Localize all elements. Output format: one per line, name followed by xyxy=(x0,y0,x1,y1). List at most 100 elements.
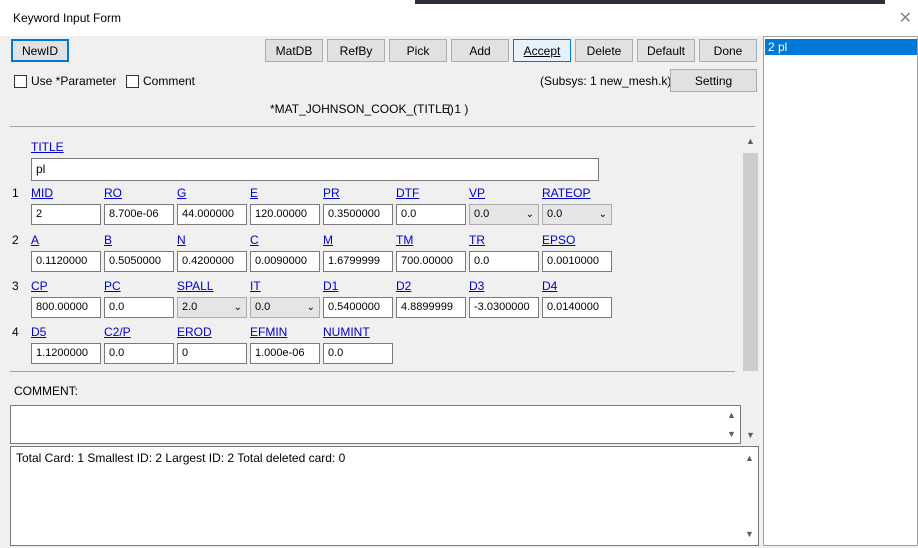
field-b-input[interactable]: 0.5050000 xyxy=(104,251,174,272)
scroll-down-icon[interactable]: ▼ xyxy=(741,529,758,539)
scrollbar-thumb[interactable] xyxy=(743,153,758,371)
scroll-up-icon[interactable]: ▲ xyxy=(742,136,759,146)
field-efmin-input[interactable]: 1.000e-06 xyxy=(250,343,320,364)
use-parameter-checkbox[interactable]: Use *Parameter xyxy=(14,74,116,88)
field-epso-input[interactable]: 0.0010000 xyxy=(542,251,612,272)
default-button[interactable]: Default xyxy=(637,39,695,62)
field-numint-input[interactable]: 0.0 xyxy=(323,343,393,364)
field-label-g[interactable]: G xyxy=(177,186,186,200)
field-label-mid[interactable]: MID xyxy=(31,186,53,200)
scroll-up-icon[interactable]: ▲ xyxy=(741,453,758,463)
close-icon[interactable]: ✕ xyxy=(899,8,912,28)
field-label-pr[interactable]: PR xyxy=(323,186,340,200)
field-label-epso[interactable]: EPSO xyxy=(542,233,575,247)
field-ro-input[interactable]: 8.700e-06 xyxy=(104,204,174,225)
delete-button[interactable]: Delete xyxy=(575,39,633,62)
chevron-down-icon[interactable]: ⌄ xyxy=(599,205,607,224)
field-label-d3[interactable]: D3 xyxy=(469,279,484,293)
field-label-spall[interactable]: SPALL xyxy=(177,279,213,293)
newid-button[interactable]: NewID xyxy=(11,39,69,62)
field-n-input[interactable]: 0.4200000 xyxy=(177,251,247,272)
field-mid-input[interactable]: 2 xyxy=(31,204,101,225)
field-label-numint[interactable]: NUMINT xyxy=(323,325,370,339)
field-value: 0.0 xyxy=(401,208,417,220)
field-tr-input[interactable]: 0.0 xyxy=(469,251,539,272)
field-label-efmin[interactable]: EFMIN xyxy=(250,325,287,339)
field-label-d4[interactable]: D4 xyxy=(542,279,557,293)
scroll-up-icon[interactable]: ▲ xyxy=(723,410,740,420)
field-c-input[interactable]: 0.0090000 xyxy=(250,251,320,272)
field-rateop-select[interactable]: 0.0 ⌄ xyxy=(542,204,612,225)
field-label-vp[interactable]: VP xyxy=(469,186,485,200)
pick-button[interactable]: Pick xyxy=(389,39,447,62)
field-value: 0.5050000 xyxy=(109,255,161,267)
field-label-it[interactable]: IT xyxy=(250,279,261,293)
field-label-e[interactable]: E xyxy=(250,186,258,200)
field-d3-input[interactable]: -3.0300000 xyxy=(469,297,539,318)
add-button[interactable]: Add xyxy=(451,39,509,62)
field-label-d2[interactable]: D2 xyxy=(396,279,411,293)
title-input[interactable]: pl xyxy=(31,158,599,181)
background-strip xyxy=(415,0,885,4)
field-value: 2.0 xyxy=(182,301,198,313)
comment-textarea[interactable]: ▲ ▼ xyxy=(10,405,741,444)
chevron-down-icon[interactable]: ⌄ xyxy=(526,205,534,224)
done-button[interactable]: Done xyxy=(699,39,757,62)
field-label-tr[interactable]: TR xyxy=(469,233,485,247)
keyword-list[interactable]: 2 pl xyxy=(763,36,918,546)
field-spall-select[interactable]: 2.0 ⌄ xyxy=(177,297,247,318)
field-d4-input[interactable]: 0.0140000 xyxy=(542,297,612,318)
field-value: 0.0 xyxy=(109,301,125,313)
list-item[interactable]: 2 pl xyxy=(765,39,917,55)
title-field-label[interactable]: TITLE xyxy=(31,140,64,154)
field-label-c[interactable]: C xyxy=(250,233,259,247)
field-erod-input[interactable]: 0 xyxy=(177,343,247,364)
chevron-down-icon[interactable]: ⌄ xyxy=(234,298,242,317)
field-pc-input[interactable]: 0.0 xyxy=(104,297,174,318)
field-label-m[interactable]: M xyxy=(323,233,333,247)
field-value: 0.0 xyxy=(255,301,271,313)
field-label-cp[interactable]: CP xyxy=(31,279,48,293)
field-label-erod[interactable]: EROD xyxy=(177,325,212,339)
field-a-input[interactable]: 0.1120000 xyxy=(31,251,101,272)
field-d2-input[interactable]: 4.8899999 xyxy=(396,297,466,318)
field-d5-input[interactable]: 1.1200000 xyxy=(31,343,101,364)
field-it-select[interactable]: 0.0 ⌄ xyxy=(250,297,320,318)
field-g-input[interactable]: 44.000000 xyxy=(177,204,247,225)
scroll-down-icon[interactable]: ▼ xyxy=(742,430,759,440)
field-label-tm[interactable]: TM xyxy=(396,233,413,247)
field-m-input[interactable]: 1.6799999 xyxy=(323,251,393,272)
field-label-pc[interactable]: PC xyxy=(104,279,121,293)
field-value: 120.00000 xyxy=(255,208,307,220)
matdb-button[interactable]: MatDB xyxy=(265,39,323,62)
field-dtf-input[interactable]: 0.0 xyxy=(396,204,466,225)
field-label-rateop[interactable]: RATEOP xyxy=(542,186,590,200)
field-value: 0.0 xyxy=(328,347,344,359)
field-label-c2p[interactable]: C2/P xyxy=(104,325,131,339)
field-vp-select[interactable]: 0.0 ⌄ xyxy=(469,204,539,225)
field-label-d5[interactable]: D5 xyxy=(31,325,46,339)
setting-button[interactable]: Setting xyxy=(670,69,757,92)
chevron-down-icon[interactable]: ⌄ xyxy=(307,298,315,317)
field-c2p-input[interactable]: 0.0 xyxy=(104,343,174,364)
field-d1-input[interactable]: 0.5400000 xyxy=(323,297,393,318)
field-label-n[interactable]: N xyxy=(177,233,186,247)
scroll-down-icon[interactable]: ▼ xyxy=(723,429,740,439)
separator xyxy=(10,126,755,127)
form-scrollbar[interactable]: ▲ ▼ xyxy=(742,136,759,446)
refby-button[interactable]: RefBy xyxy=(327,39,385,62)
field-label-d1[interactable]: D1 xyxy=(323,279,338,293)
checkbox-box[interactable] xyxy=(14,74,27,88)
accept-button[interactable]: Accept xyxy=(513,39,571,62)
checkbox-box[interactable] xyxy=(126,74,139,88)
field-tm-input[interactable]: 700.00000 xyxy=(396,251,466,272)
field-e-input[interactable]: 120.00000 xyxy=(250,204,320,225)
field-label-ro[interactable]: RO xyxy=(104,186,122,200)
field-value: 0.0140000 xyxy=(547,301,599,313)
field-label-dtf[interactable]: DTF xyxy=(396,186,419,200)
field-cp-input[interactable]: 800.00000 xyxy=(31,297,101,318)
field-pr-input[interactable]: 0.3500000 xyxy=(323,204,393,225)
comment-checkbox[interactable]: Comment xyxy=(126,74,195,88)
field-label-b[interactable]: B xyxy=(104,233,112,247)
field-label-a[interactable]: A xyxy=(31,233,39,247)
